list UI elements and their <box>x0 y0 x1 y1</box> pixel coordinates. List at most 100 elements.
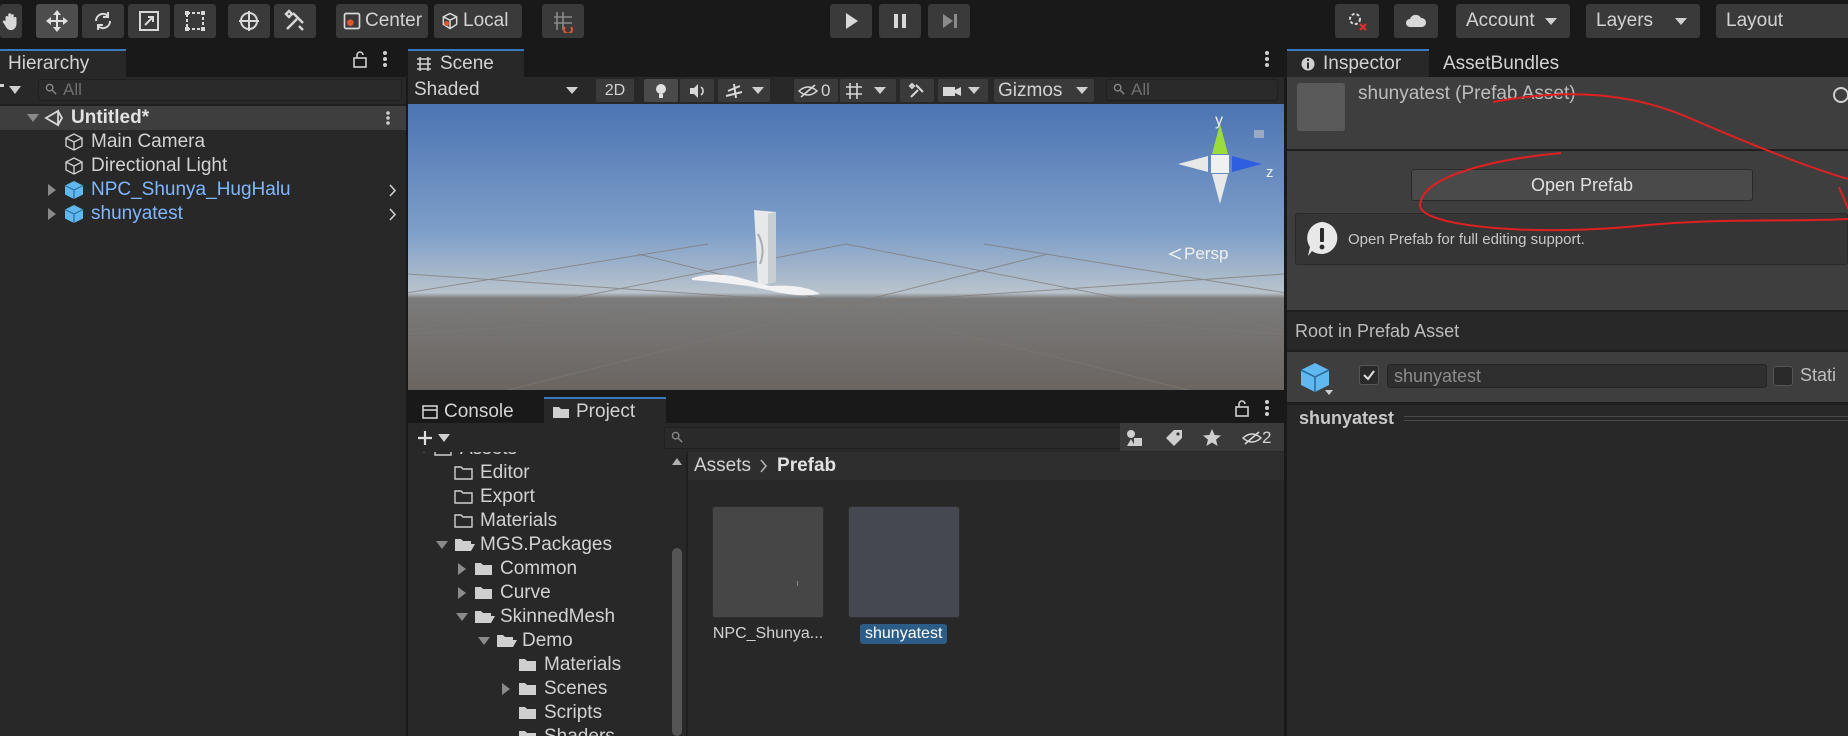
tree-scrollbar[interactable] <box>670 452 684 736</box>
expand-arrow-icon[interactable] <box>502 683 510 695</box>
static-checkbox[interactable] <box>1773 366 1793 386</box>
step-button[interactable] <box>928 4 970 38</box>
assetbundles-tab-label: AssetBundles <box>1443 53 1560 74</box>
move-tool-button[interactable] <box>36 4 78 38</box>
scene-viewport[interactable]: y z Persp <box>408 104 1284 390</box>
services-button[interactable] <box>1335 4 1379 38</box>
camera-dropdown[interactable] <box>938 79 988 102</box>
tab-console[interactable]: Console <box>408 397 536 425</box>
account-dropdown[interactable]: Account <box>1456 4 1570 38</box>
breadcrumb-prefab[interactable]: Prefab <box>777 455 836 477</box>
kebab-menu-icon[interactable] <box>385 110 391 126</box>
breadcrumb-assets[interactable]: Assets <box>694 455 751 477</box>
lock-icon[interactable] <box>352 50 368 68</box>
expand-arrow-icon[interactable] <box>418 452 430 453</box>
folder-open-icon <box>455 539 475 551</box>
grid-icon <box>846 82 862 99</box>
rotate-tool-button[interactable] <box>82 4 124 38</box>
expand-arrow-icon[interactable] <box>27 114 39 122</box>
2d-toggle[interactable]: 2D <box>596 79 634 102</box>
open-prefab-label: Open Prefab <box>1530 174 1634 195</box>
hidden-packages-toggle[interactable]: 2 <box>1242 427 1271 449</box>
pause-button[interactable] <box>879 4 921 38</box>
grid-snapping-button[interactable] <box>542 4 584 38</box>
gameobject-cube-icon <box>65 157 83 175</box>
tools-toggle[interactable] <box>900 79 934 102</box>
help-icon[interactable] <box>1833 87 1848 103</box>
lighting-toggle[interactable] <box>644 79 678 102</box>
scene-search-input[interactable]: All <box>1106 79 1278 101</box>
tab-project[interactable]: Project <box>544 397 666 425</box>
add-icon[interactable] <box>0 84 4 87</box>
hierarchy-item[interactable]: Directional Light <box>0 154 406 178</box>
effects-dropdown[interactable] <box>718 79 770 102</box>
gameobject-header: shunyatest Stati <box>1287 352 1848 402</box>
open-prefab-button[interactable]: Open Prefab <box>1411 169 1753 201</box>
expand-arrow-icon[interactable] <box>458 587 466 599</box>
hierarchy-search-input[interactable]: All <box>38 79 402 101</box>
layers-dropdown[interactable]: Layers <box>1586 4 1700 38</box>
gameobject-name-field[interactable]: shunyatest <box>1387 364 1767 388</box>
chevron-down-icon[interactable] <box>1325 390 1333 395</box>
chevron-down-icon[interactable] <box>9 86 21 94</box>
hierarchy-item[interactable]: shunyatest <box>0 202 406 226</box>
component-header[interactable]: shunyatest <box>1287 405 1848 431</box>
scene-toolbar: Shaded 2D 0 Gizmos All <box>408 77 1284 104</box>
expand-arrow-icon[interactable] <box>458 563 466 575</box>
custom-tool-button[interactable] <box>274 4 316 38</box>
kebab-menu-icon[interactable] <box>382 50 388 68</box>
expand-arrow-icon[interactable] <box>456 613 468 621</box>
expand-arrow-icon[interactable] <box>48 184 56 196</box>
root-in-prefab-label: Root in Prefab Asset <box>1295 320 1460 341</box>
grid-dropdown[interactable] <box>840 79 896 102</box>
play-button[interactable] <box>830 4 872 38</box>
gizmos-dropdown[interactable]: Gizmos <box>994 79 1094 102</box>
expand-arrow-icon[interactable] <box>478 637 490 645</box>
draw-mode-label: Shaded <box>414 79 480 100</box>
cloud-button[interactable] <box>1394 4 1438 38</box>
rect-tool-button[interactable] <box>174 4 216 38</box>
tab-assetbundles[interactable]: AssetBundles <box>1429 49 1589 77</box>
hidden-objects-toggle[interactable]: 0 <box>794 79 838 102</box>
favorite-star-icon[interactable] <box>1202 428 1222 448</box>
label-tag-icon[interactable] <box>1164 428 1184 448</box>
hierarchy-item[interactable]: Main Camera <box>0 130 406 154</box>
active-checkbox[interactable] <box>1359 365 1379 385</box>
asset-thumbnail[interactable] <box>712 506 824 618</box>
create-asset-button[interactable] <box>416 427 464 449</box>
scroll-up-icon[interactable] <box>672 458 682 465</box>
hierarchy-panel: All Untitled* Main Camera Directional Li… <box>0 77 406 736</box>
tab-inspector[interactable]: Inspector <box>1287 49 1429 77</box>
speaker-icon <box>690 83 704 98</box>
hierarchy-scene-row[interactable]: Untitled* <box>0 106 406 130</box>
layout-dropdown[interactable]: Layout <box>1716 4 1848 38</box>
asset-thumbnail-selected[interactable] <box>848 506 960 618</box>
chevron-right-icon[interactable] <box>388 184 397 197</box>
kebab-menu-icon[interactable] <box>1264 399 1270 417</box>
lock-icon[interactable] <box>1234 399 1250 417</box>
project-search-input[interactable] <box>664 427 1124 449</box>
draw-mode-dropdown[interactable]: Shaded <box>408 77 588 103</box>
expand-arrow-icon[interactable] <box>48 208 56 220</box>
hand-tool-button[interactable] <box>0 4 22 38</box>
thumbnail-mark <box>797 581 798 586</box>
chevron-right-icon[interactable] <box>388 208 397 221</box>
scale-tool-button[interactable] <box>128 4 170 38</box>
filter-by-type-icon[interactable] <box>1124 428 1146 448</box>
expand-arrow-icon[interactable] <box>436 541 448 549</box>
prefab-cube-icon <box>64 205 84 223</box>
pivot-rotation-toggle[interactable]: Local <box>434 4 522 38</box>
folder-open-icon <box>434 452 452 456</box>
info-icon <box>1301 57 1315 71</box>
tab-hierarchy[interactable]: Hierarchy <box>0 49 126 77</box>
eye-hidden-icon <box>798 83 818 98</box>
hierarchy-item[interactable]: NPC_Shunya_HugHalu <box>0 178 406 202</box>
pivot-mode-toggle[interactable]: Center <box>336 4 428 38</box>
audio-toggle[interactable] <box>680 79 714 102</box>
projection-toggle[interactable]: Persp <box>1168 244 1228 264</box>
scrollbar-thumb[interactable] <box>672 548 682 736</box>
tab-scene[interactable]: Scene <box>408 49 524 77</box>
transform-tool-button[interactable] <box>228 4 270 38</box>
collab-icon <box>1349 13 1367 31</box>
kebab-menu-icon[interactable] <box>1264 50 1270 68</box>
